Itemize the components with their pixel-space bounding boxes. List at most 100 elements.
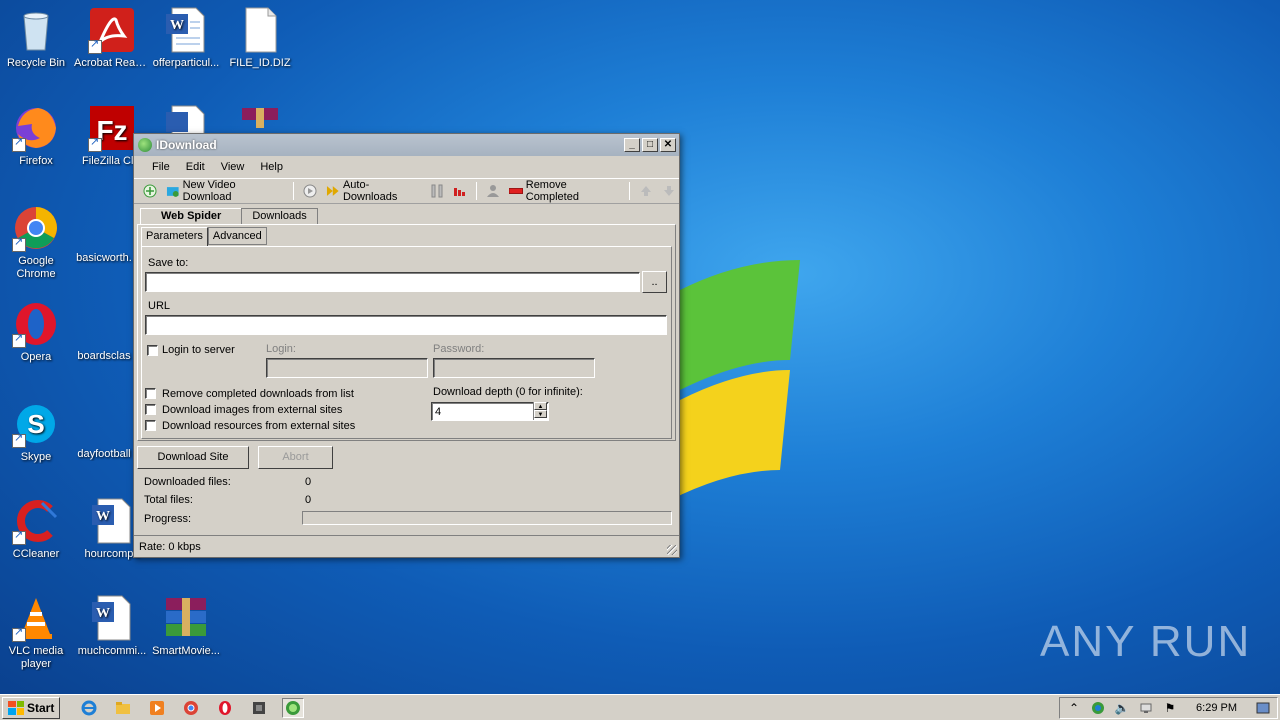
desktop-icon-label: boardsclas: [77, 350, 131, 362]
depth-spinner[interactable]: ▲ ▼: [533, 402, 547, 420]
desktop-icon-basicworth[interactable]: basicworth.: [66, 252, 142, 265]
tab-web-spider[interactable]: Web Spider: [140, 208, 243, 225]
vlc-icon: [12, 594, 60, 642]
close-button[interactable]: ✕: [660, 138, 676, 152]
idownload-taskbar-icon[interactable]: [282, 697, 305, 718]
desktop-icon-offerparticul[interactable]: W offerparticul...: [148, 6, 224, 70]
pause-button[interactable]: [427, 182, 447, 200]
tab-advanced[interactable]: Advanced: [207, 227, 267, 245]
recycle-bin-icon: [12, 6, 60, 54]
progress-bar: [302, 511, 672, 525]
chrome-taskbar-icon[interactable]: [180, 698, 202, 718]
internet-explorer-icon[interactable]: [78, 698, 100, 718]
desktop-icon-recycle-bin[interactable]: Recycle Bin: [0, 6, 74, 70]
desktop-icon-google-chrome[interactable]: Google Chrome: [0, 204, 74, 281]
svg-text:S: S: [27, 409, 44, 439]
menu-view[interactable]: View: [213, 161, 253, 173]
desktop-icon-label: SmartMovie...: [152, 645, 220, 657]
add-button[interactable]: [140, 182, 160, 200]
chrome-icon: [12, 204, 60, 252]
maximize-button[interactable]: □: [642, 138, 658, 152]
explorer-folder-icon[interactable]: [112, 698, 134, 718]
spin-up-icon[interactable]: ▲: [534, 402, 547, 410]
save-to-label: Save to:: [148, 257, 189, 269]
status-bar: Rate: 0 kbps: [134, 535, 679, 557]
app-taskbar-icon[interactable]: [248, 698, 270, 718]
title-bar[interactable]: IDownload _ □ ✕: [134, 134, 679, 156]
move-up-button[interactable]: [636, 182, 656, 200]
menu-file[interactable]: File: [144, 161, 178, 173]
menu-bar: File Edit View Help: [134, 156, 679, 178]
ccleaner-icon: [12, 497, 60, 545]
tab-parameters[interactable]: Parameters: [141, 227, 208, 247]
play-button[interactable]: [300, 182, 320, 200]
download-resources-checkbox[interactable]: [145, 420, 156, 431]
abort-button[interactable]: Abort: [258, 446, 333, 469]
download-depth-label: Download depth (0 for infinite):: [433, 386, 583, 398]
auto-downloads-label: Auto-Downloads: [342, 179, 398, 203]
login-to-server-checkbox[interactable]: [147, 345, 158, 356]
show-hidden-icons-icon[interactable]: ⌃: [1066, 700, 1082, 716]
clock[interactable]: 6:29 PM: [1196, 702, 1237, 714]
desktop-icon-skype[interactable]: S Skype: [0, 400, 74, 464]
desktop-icon-file-id-diz[interactable]: FILE_ID.DIZ: [222, 6, 298, 70]
desktop-icon-smartmovie[interactable]: SmartMovie...: [148, 594, 224, 658]
tab-downloads[interactable]: Downloads: [241, 208, 318, 224]
login-input[interactable]: [266, 358, 428, 378]
volume-icon[interactable]: 🔈: [1114, 700, 1130, 716]
word-document-icon: W: [162, 6, 210, 54]
move-down-button[interactable]: [659, 182, 679, 200]
desktop-icon-ccleaner[interactable]: CCleaner: [0, 497, 74, 561]
network-globe-icon[interactable]: [1090, 700, 1106, 716]
desktop-icon-firefox[interactable]: Firefox: [0, 104, 74, 168]
system-tray: ⌃ 🔈 ⚑ 6:29 PM: [1059, 696, 1278, 719]
download-site-button[interactable]: Download Site: [137, 446, 249, 469]
desktop-icon-label: FILE_ID.DIZ: [229, 57, 291, 69]
spin-down-icon[interactable]: ▼: [534, 410, 547, 418]
window-title: IDownload: [156, 138, 217, 152]
file-icon: [236, 6, 284, 54]
minimize-button[interactable]: _: [624, 138, 640, 152]
desktop-icon-label: Acrobat Reader DC: [74, 57, 150, 69]
url-input[interactable]: [145, 315, 667, 335]
filezilla-icon: Fz: [88, 104, 136, 152]
watermark: ANY RUN: [1040, 612, 1251, 672]
desktop-icon-label: basicworth.: [76, 252, 132, 264]
browse-button[interactable]: ..: [642, 271, 667, 293]
total-files-label: Total files:: [144, 494, 193, 506]
desktop-icon-acrobat[interactable]: Acrobat Reader DC: [74, 6, 150, 70]
desktop-icon-muchcommi[interactable]: W muchcommi...: [74, 594, 150, 658]
remove-completed-checkbox[interactable]: [145, 388, 156, 399]
desktop-icon-opera[interactable]: Opera: [0, 300, 74, 364]
network-icon[interactable]: [1138, 700, 1154, 716]
start-button[interactable]: Start: [2, 696, 61, 719]
download-depth-input[interactable]: 4: [431, 402, 549, 421]
toolbar-separator: [476, 182, 478, 200]
remove-completed-button[interactable]: Remove Completed: [506, 177, 623, 205]
limit-button[interactable]: [450, 182, 470, 200]
desktop-icon-vlc[interactable]: VLC media player: [0, 594, 74, 671]
new-video-download-button[interactable]: New Video Download: [163, 177, 287, 205]
user-icon: [487, 185, 500, 197]
download-resources-label: Download resources from external sites: [162, 420, 356, 432]
svg-text:W: W: [96, 606, 110, 621]
resize-grip[interactable]: [667, 545, 677, 555]
password-input[interactable]: [433, 358, 595, 378]
menu-help[interactable]: Help: [252, 161, 291, 173]
action-center-flag-icon[interactable]: ⚑: [1162, 700, 1178, 716]
user-button[interactable]: [483, 182, 503, 200]
desktop-icon-dayfootball[interactable]: dayfootball: [66, 448, 142, 461]
show-desktop-icon[interactable]: [1255, 700, 1271, 716]
opera-taskbar-icon[interactable]: [214, 698, 236, 718]
taskbar: Start ⌃ 🔈 ⚑ 6:29 PM: [0, 694, 1280, 720]
remove-completed-option-label: Remove completed downloads from list: [162, 388, 354, 400]
desktop-icon-boardsclas[interactable]: boardsclas: [66, 350, 142, 363]
main-tabs: Web Spider Downloads: [140, 208, 318, 225]
desktop-icon-label: Opera: [20, 351, 52, 363]
media-player-icon[interactable]: [146, 698, 168, 718]
auto-downloads-button[interactable]: Auto-Downloads: [323, 177, 424, 205]
login-to-server-label: Login to server: [162, 344, 235, 356]
menu-edit[interactable]: Edit: [178, 161, 213, 173]
download-images-checkbox[interactable]: [145, 404, 156, 415]
save-to-input[interactable]: [145, 272, 640, 292]
